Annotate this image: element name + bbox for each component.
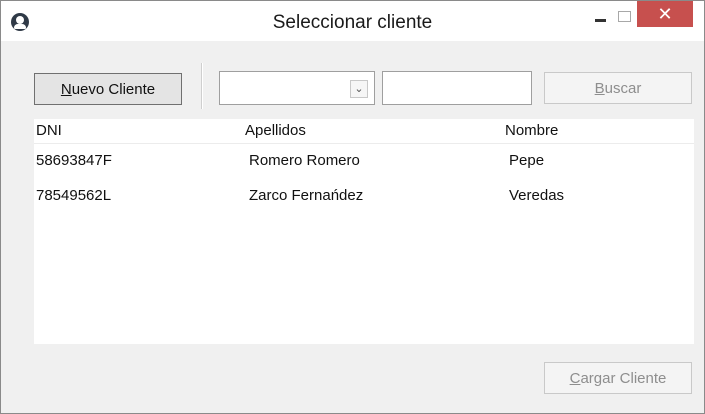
chevron-down-icon[interactable]: ⌄: [350, 80, 368, 98]
search-input[interactable]: [382, 71, 532, 105]
list-header: DNI Apellidos Nombre: [34, 119, 694, 144]
cell-nombre: Veredas: [509, 187, 565, 204]
cell-apellidos: Zarco Fernańdez: [249, 187, 364, 204]
close-button[interactable]: ✕: [637, 1, 693, 27]
minimize-icon: [594, 18, 606, 22]
cell-dni: 58693847F: [36, 152, 112, 169]
cell-dni: 78549562L: [36, 187, 112, 204]
maximize-button[interactable]: [609, 1, 639, 31]
search-button[interactable]: Buscar: [544, 72, 692, 104]
title-bar[interactable]: Seleccionar cliente ✕: [1, 1, 704, 41]
search-field-combo[interactable]: ⌄: [219, 71, 375, 105]
cell-apellidos: Romero Romero: [249, 152, 360, 169]
new-client-label: uevo Cliente: [71, 80, 156, 98]
new-client-button[interactable]: Nuevo Cliente: [34, 73, 182, 105]
search-accel: B: [594, 79, 605, 97]
select-client-window: Seleccionar cliente ✕ Nuevo Cliente ⌄ Bu…: [0, 0, 705, 414]
column-header-nombre[interactable]: Nombre: [505, 122, 558, 139]
close-icon: ✕: [657, 3, 673, 24]
cell-nombre: Pepe: [509, 152, 545, 169]
new-client-accel: N: [60, 80, 72, 98]
column-header-dni[interactable]: DNI: [36, 122, 62, 139]
client-list[interactable]: DNI Apellidos Nombre 58693847F Romero Ro…: [34, 119, 694, 344]
toolbar-separator: [201, 63, 203, 109]
load-client-button[interactable]: Cargar Cliente: [544, 362, 692, 394]
maximize-icon: [617, 10, 631, 22]
search-label: uscar: [604, 79, 642, 97]
load-client-accel: C: [569, 369, 581, 387]
load-client-label: argar Cliente: [580, 369, 667, 387]
table-row[interactable]: 58693847F Romero Romero Pepe: [34, 145, 694, 179]
column-header-apellidos[interactable]: Apellidos: [245, 122, 306, 139]
table-row[interactable]: 78549562L Zarco Fernańdez Veredas: [34, 180, 694, 214]
